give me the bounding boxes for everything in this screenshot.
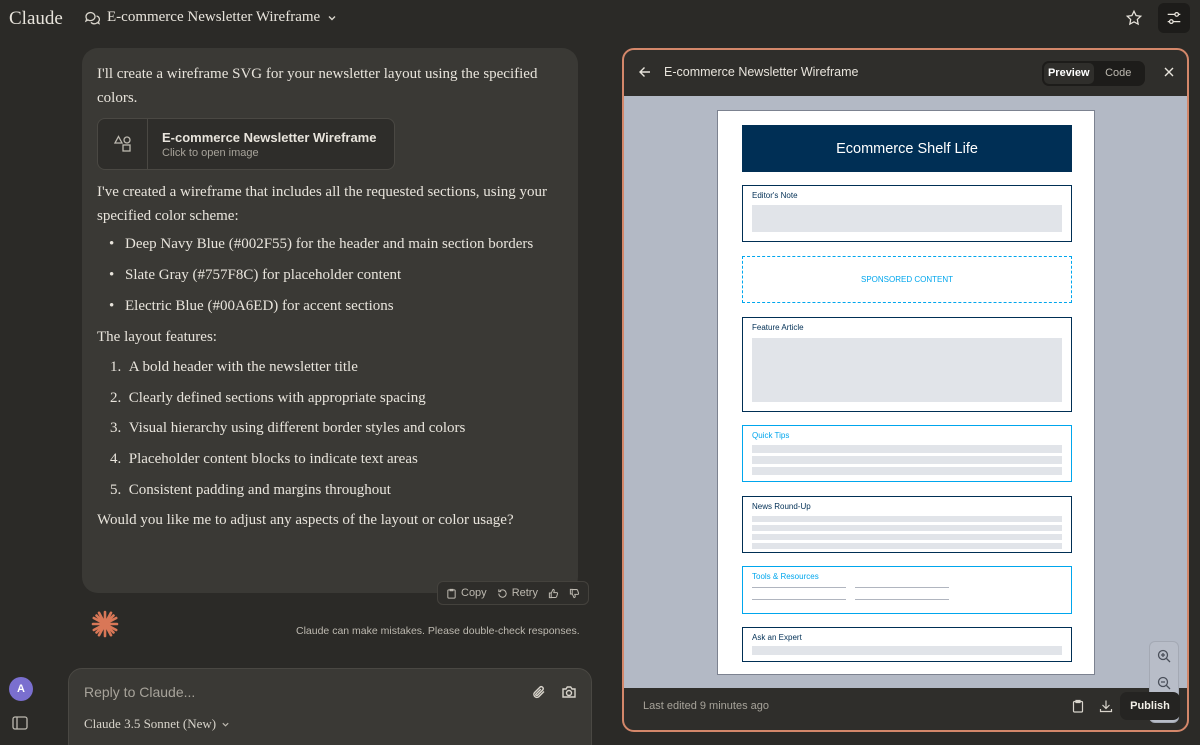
list-item: 5. Consistent padding and margins throug… [110, 481, 391, 498]
artifact-title: E-commerce Newsletter Wireframe [664, 65, 859, 79]
sliders-icon [1167, 11, 1181, 25]
claude-spark-icon [91, 610, 119, 638]
section-ask-expert: Ask an Expert [742, 627, 1072, 662]
avatar[interactable]: A [9, 677, 33, 701]
section-editors-note: Editor's Note [742, 185, 1072, 242]
settings-button[interactable] [1158, 3, 1190, 33]
disclaimer: Claude can make mistakes. Please double-… [296, 625, 580, 637]
artifact-panel: E-commerce Newsletter Wireframe Preview … [622, 48, 1189, 732]
shapes-icon [98, 119, 148, 169]
newsletter-title: Ecommerce Shelf Life [742, 125, 1072, 172]
message-intro: I'll create a wireframe SVG for your new… [97, 66, 538, 106]
list-item: 1. A bold header with the newsletter tit… [110, 359, 358, 375]
artifact-card[interactable]: E-commerce Newsletter Wireframe Click to… [97, 118, 395, 170]
layout-heading: The layout features: [97, 329, 217, 345]
download-icon[interactable] [1099, 699, 1113, 713]
model-selector[interactable]: Claude 3.5 Sonnet (New) [84, 716, 230, 732]
close-icon[interactable] [1163, 66, 1175, 78]
chat-bubbles-icon [84, 10, 100, 26]
list-item: 4. Placeholder content blocks to indicat… [110, 451, 418, 468]
section-quick-tips: Quick Tips [742, 425, 1072, 482]
thumbs-up-icon [548, 588, 559, 598]
artifact-card-title: E-commerce Newsletter Wireframe [162, 129, 377, 145]
conversation-title-text: E-commerce Newsletter Wireframe [107, 9, 321, 25]
newsletter-wireframe: Ecommerce Shelf Life Editor's Note SPONS… [717, 110, 1095, 675]
publish-button[interactable]: Publish [1120, 692, 1180, 720]
list-item: Slate Gray (#757F8C) for placeholder con… [107, 263, 562, 287]
sidebar-toggle-icon[interactable] [12, 716, 28, 730]
preview-canvas: Ecommerce Shelf Life Editor's Note SPONS… [624, 96, 1187, 723]
section-news-roundup: News Round-Up [742, 496, 1072, 553]
view-toggle: Preview Code [1042, 61, 1145, 86]
message-summary: I've created a wireframe that includes a… [97, 184, 548, 224]
tab-preview[interactable]: Preview [1044, 63, 1094, 84]
retry-icon [498, 588, 507, 598]
section-sponsored: SPONSORED CONTENT [742, 256, 1072, 303]
reply-composer[interactable]: Reply to Claude... Claude 3.5 Sonnet (Ne… [68, 668, 592, 745]
section-tools-resources: Tools & Resources [742, 566, 1072, 614]
star-button[interactable] [1118, 3, 1150, 33]
message-closing: Would you like me to adjust any aspects … [97, 512, 514, 529]
thumbs-down-icon [569, 588, 580, 598]
thumbs-down-button[interactable] [569, 588, 580, 599]
star-icon [1125, 9, 1143, 26]
reply-input[interactable]: Reply to Claude... [84, 684, 195, 700]
thumbs-up-button[interactable] [548, 588, 559, 599]
artifact-card-subtitle: Click to open image [162, 146, 259, 159]
chevron-down-icon [222, 722, 229, 727]
list-item: 3. Visual hierarchy using different bord… [110, 420, 466, 437]
clipboard-icon [447, 588, 456, 599]
last-edited: Last edited 9 minutes ago [643, 700, 769, 712]
paperclip-icon[interactable] [531, 684, 547, 700]
chevron-down-icon [327, 13, 337, 23]
section-feature-article: Feature Article [742, 317, 1072, 412]
app-logo[interactable]: Claude [9, 8, 63, 30]
list-item: Deep Navy Blue (#002F55) for the header … [107, 232, 562, 256]
list-item: 2. Clearly defined sections with appropr… [110, 389, 426, 406]
camera-icon[interactable] [561, 684, 577, 700]
tab-code[interactable]: Code [1094, 63, 1144, 84]
retry-button[interactable]: Retry [497, 587, 538, 599]
assistant-message: I'll create a wireframe SVG for your new… [82, 48, 578, 593]
list-item: Electric Blue (#00A6ED) for accent secti… [107, 294, 562, 318]
feature-list: 1. A bold header with the newsletter tit… [110, 355, 562, 502]
clipboard-icon[interactable] [1071, 699, 1085, 713]
message-actions: Copy Retry [437, 581, 589, 605]
copy-button[interactable]: Copy [446, 587, 487, 599]
back-arrow-icon[interactable] [638, 65, 652, 79]
conversation-title[interactable]: E-commerce Newsletter Wireframe [84, 9, 337, 26]
zoom-in-icon[interactable] [1157, 649, 1171, 663]
color-list: Deep Navy Blue (#002F55) for the header … [107, 232, 562, 318]
